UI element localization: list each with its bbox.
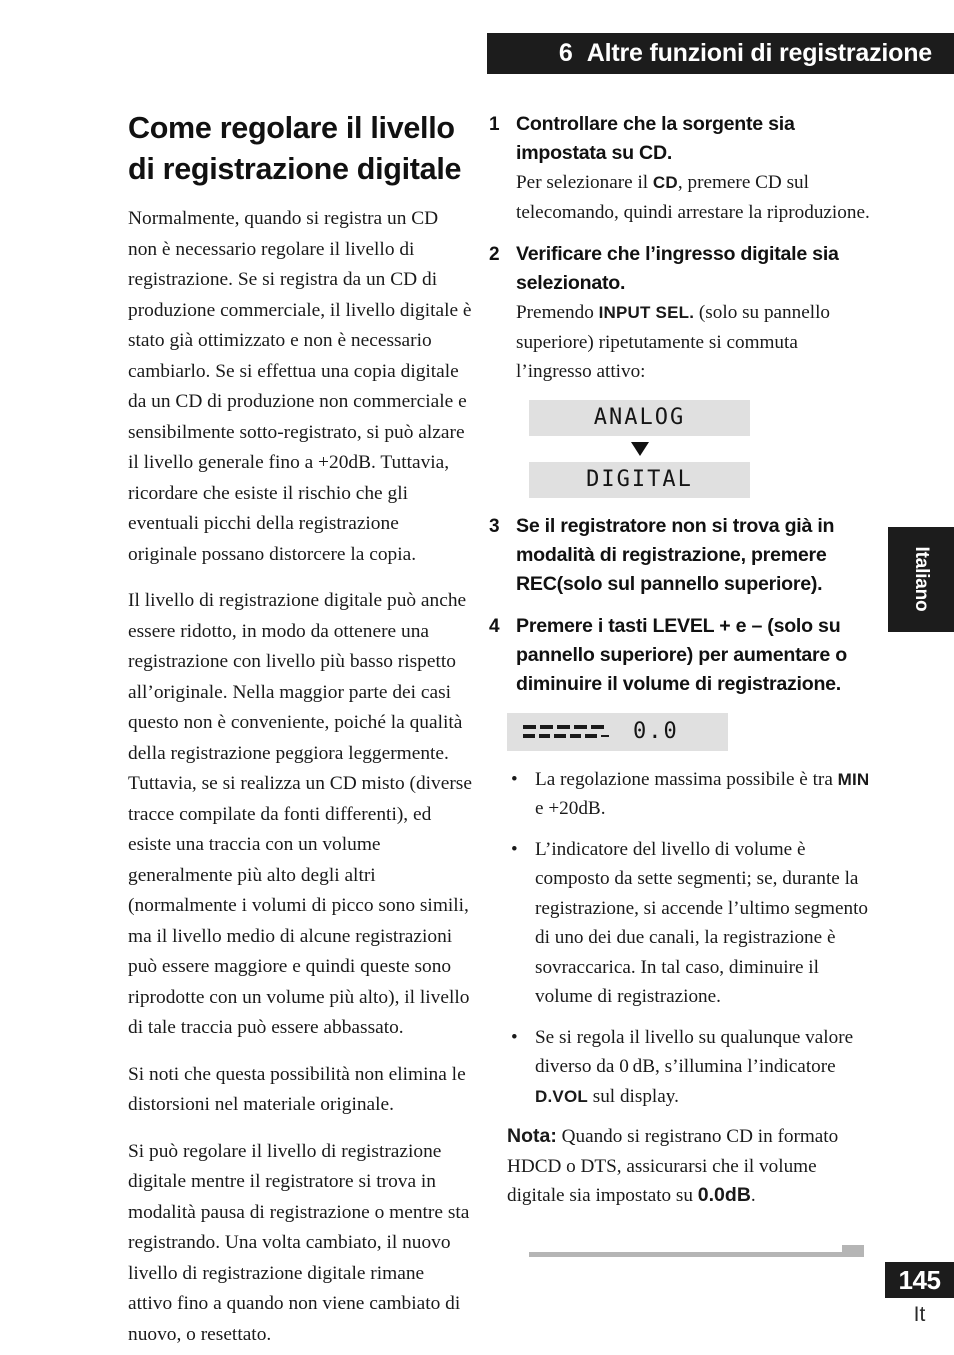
note-lead-label: Nota:	[507, 1125, 557, 1147]
level-meter-display: 0.0	[507, 712, 728, 751]
meter-segment	[540, 725, 553, 729]
section-title: Come regolare il livello di registrazion…	[128, 111, 462, 186]
footer-rule	[529, 1252, 842, 1257]
step-detail-pre: Premendo	[516, 302, 599, 323]
bullet-text-pre: La regolazione massima possibile è tra	[535, 768, 838, 790]
list-item: La regolazione massima possibile è tra M…	[507, 765, 871, 824]
bullet-text-pre: L’indicatore del livello di volume è com…	[535, 838, 868, 1008]
step-number: 2	[489, 244, 500, 265]
instruction-step-3: 3 Se il registratore non si trova già in…	[489, 512, 871, 599]
meter-segment	[523, 725, 536, 729]
list-item: L’indicatore del livello di volume è com…	[507, 835, 871, 1012]
step-detail-keyword: CD	[652, 173, 678, 192]
bullet-text-post: e +20dB.	[535, 798, 606, 819]
note-keyword: 0.0dB	[697, 1184, 751, 1206]
meter-segment-partial	[600, 735, 609, 737]
note-text-post: .	[750, 1185, 756, 1206]
body-paragraph: Si noti che questa possibilità non elimi…	[128, 1063, 466, 1116]
bullet-text-pre: Se si regola il livello su qualunque val…	[535, 1026, 854, 1078]
footer-rule-cap	[842, 1245, 864, 1257]
lcd-digital-display: DIGITAL	[529, 461, 750, 498]
chapter-header-bar: 6 Altre funzioni di registrazione	[487, 33, 954, 74]
step-detail: Per selezionare il CD, premere CD sul te…	[516, 168, 871, 227]
body-paragraph: Il livello di registrazione digitale può…	[128, 590, 472, 1038]
bullet-keyword: D.VOL	[535, 1086, 588, 1106]
note-paragraph: Nota: Quando si registrano CD in formato…	[507, 1122, 871, 1211]
level-meter-row-right	[523, 734, 609, 738]
step-detail-keyword: INPUT SEL.	[598, 303, 695, 322]
lcd-analog-display: ANALOG	[529, 399, 750, 436]
meter-segment	[574, 725, 587, 729]
level-meter-row-left	[523, 725, 609, 729]
chapter-title: Altre funzioni di registrazione	[586, 39, 932, 67]
body-paragraph: Normalmente, quando si registra un CD no…	[128, 208, 472, 565]
bullet-text-post: sul display.	[587, 1085, 679, 1107]
instruction-step-1: 1 Controllare che la sorgente sia impost…	[489, 110, 871, 227]
meter-segment	[523, 734, 535, 738]
body-paragraph: Si può regolare il livello di registrazi…	[128, 1140, 470, 1345]
step-heading: Se il registratore non si trova già in m…	[516, 514, 835, 595]
step-number: 1	[489, 114, 500, 135]
note-text-pre: Quando si registrano CD in formato HDCD …	[507, 1126, 839, 1206]
right-instructions-column: 1 Controllare che la sorgente sia impost…	[489, 110, 871, 1211]
meter-segment	[569, 734, 582, 738]
step-detail-pre: Per selezionare il	[516, 172, 653, 193]
down-triangle-icon	[529, 436, 750, 462]
meter-segment	[585, 734, 597, 738]
meter-segment	[557, 725, 570, 729]
instruction-step-4: 4 Premere i tasti LEVEL + e – (solo su p…	[489, 612, 871, 699]
step-heading: Premere i tasti LEVEL + e – (solo su pan…	[516, 614, 847, 695]
step-number: 4	[489, 615, 500, 637]
language-side-tab-label: Italiano	[911, 546, 932, 611]
input-toggle-illustration: ANALOG DIGITAL	[529, 399, 871, 498]
meter-segment	[591, 725, 604, 729]
page-language-code: It	[913, 1303, 926, 1326]
list-item: Se si regola il livello su qualunque val…	[507, 1023, 871, 1112]
meter-segment	[538, 734, 551, 738]
meter-segment	[554, 734, 566, 738]
level-meter-value: 0.0	[633, 719, 679, 744]
notes-bullet-list: La regolazione massima possibile è tra M…	[507, 765, 871, 1112]
language-side-tab: Italiano	[888, 527, 954, 632]
step-heading: Verificare che l’ingresso digitale sia s…	[516, 243, 839, 294]
instruction-step-2: 2 Verificare che l’ingresso digitale sia…	[489, 240, 871, 387]
step-detail: Premendo INPUT SEL. (solo su pannello su…	[516, 298, 871, 387]
step-number: 3	[489, 515, 500, 537]
bullet-keyword: MIN	[837, 769, 870, 789]
level-meter-segments	[523, 725, 609, 738]
step-heading: Controllare che la sorgente sia impostat…	[516, 113, 795, 164]
left-text-column: Come regolare il livello di registrazion…	[128, 108, 472, 1350]
page-number-badge: 145	[885, 1262, 954, 1298]
chapter-number: 6	[558, 39, 573, 67]
